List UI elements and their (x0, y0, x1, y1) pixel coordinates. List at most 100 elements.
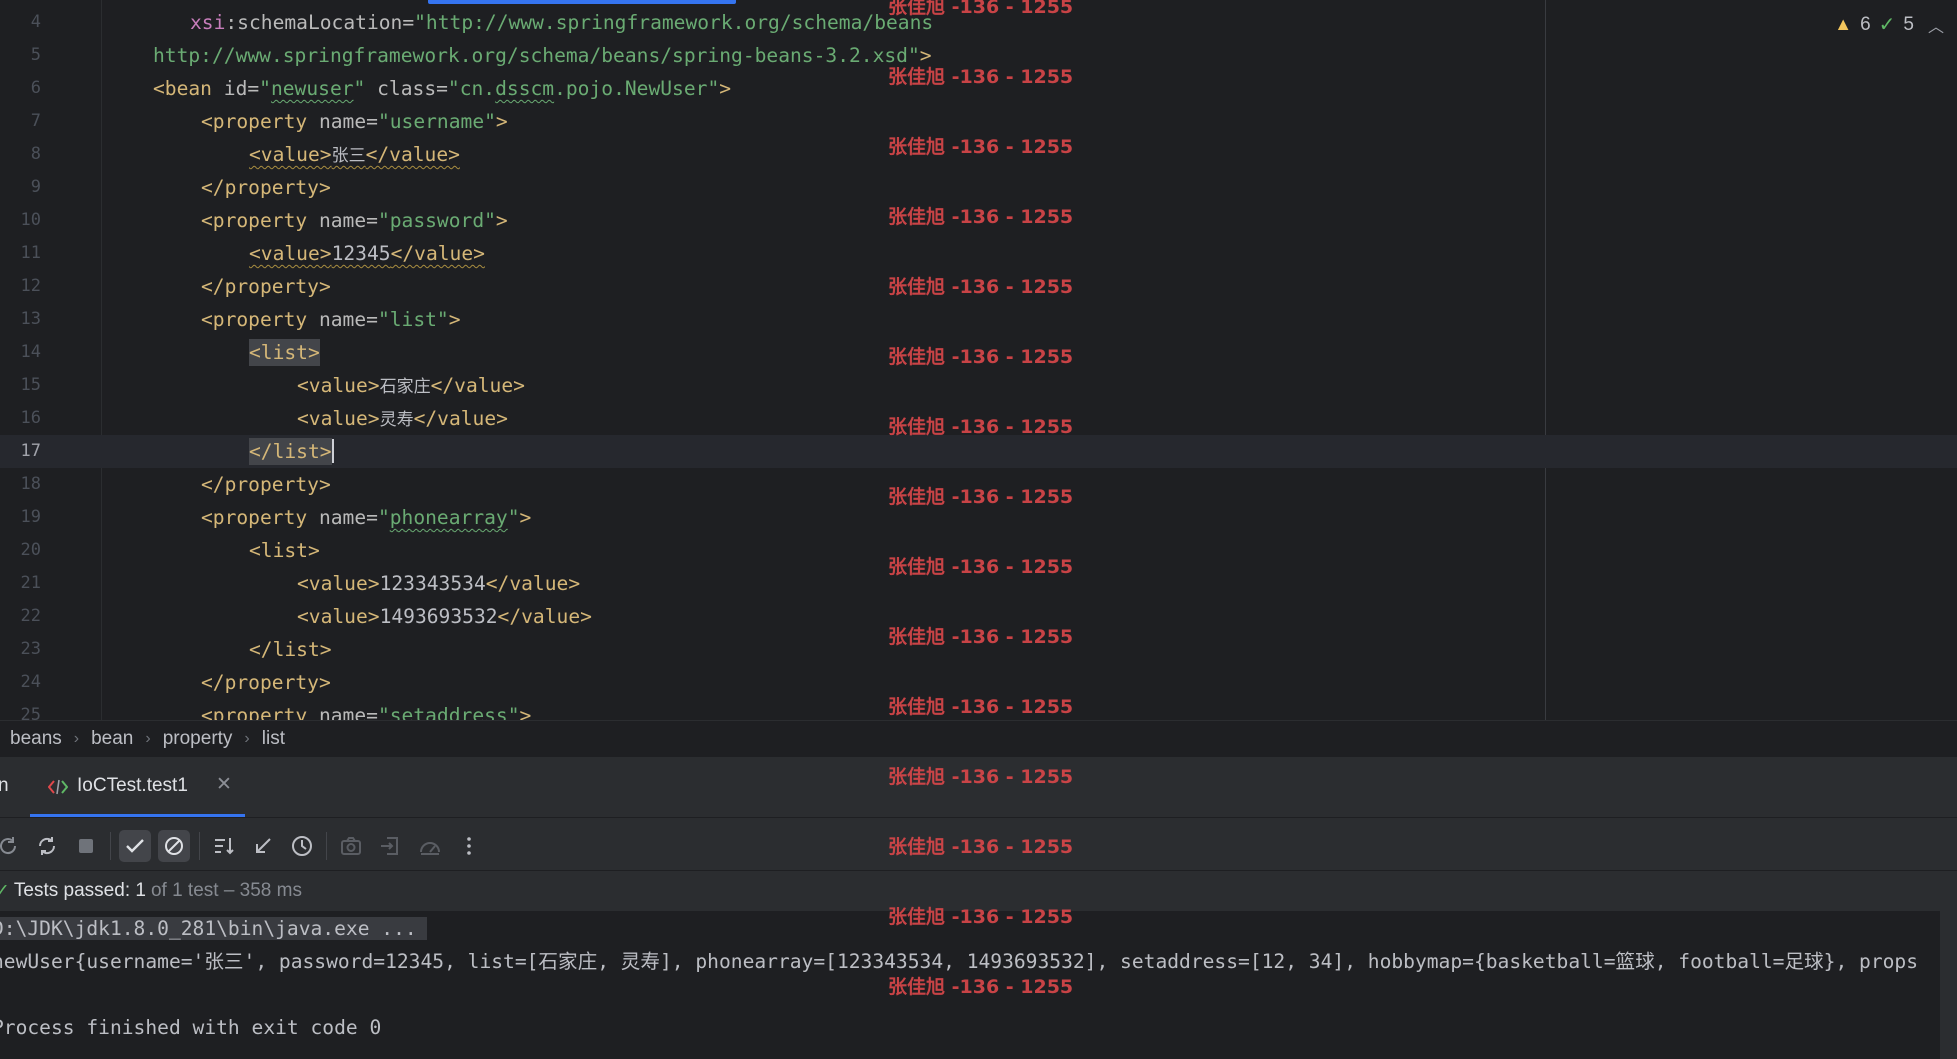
code-text[interactable]: <value>12345</value> (249, 237, 485, 270)
code-text[interactable]: </property> (201, 171, 331, 204)
test-status: ✓ Tests passed: 1 of 1 test – 358 ms (0, 871, 302, 911)
code-line[interactable]: 17 </list> (0, 435, 1957, 468)
check-icon: ✓ (0, 880, 10, 902)
watermark-text: 张佳旭 -136 - 1255 (888, 416, 1074, 438)
toolbar-separator (110, 832, 111, 860)
line-number: 15 (20, 375, 41, 395)
line-number: 23 (20, 639, 41, 659)
line-number: 10 (20, 210, 41, 230)
line-number: 14 (20, 342, 41, 362)
breadcrumb-item-list[interactable]: list (262, 728, 285, 750)
line-number: 18 (20, 474, 41, 494)
line-number: 9 (30, 177, 41, 197)
breadcrumb: beans › bean › property › list (0, 720, 1957, 756)
tab-ioctest-test1[interactable]: IoCTest.test1 ✕ (30, 757, 245, 817)
code-text[interactable]: xsi:schemaLocation="http://www.springfra… (190, 6, 933, 39)
code-text[interactable]: <bean id="newuser" class="cn.dsscm.pojo.… (153, 72, 731, 105)
code-text[interactable]: </list> (249, 435, 334, 468)
watermark-text: 张佳旭 -136 - 1255 (888, 136, 1074, 158)
code-text[interactable]: <value>灵寿</value> (297, 402, 508, 437)
code-text[interactable]: <value>123343534</value> (297, 567, 580, 600)
import-icon[interactable] (374, 830, 406, 862)
code-text[interactable]: </property> (201, 666, 331, 699)
code-text[interactable]: </property> (201, 270, 331, 303)
watermark-text: 张佳旭 -136 - 1255 (888, 346, 1074, 368)
show-ignored-toggle[interactable] (158, 830, 190, 862)
code-text[interactable]: <property name="phonearray"> (201, 501, 531, 534)
command-line[interactable]: D:\JDK\jdk1.8.0_281\bin\java.exe ... (0, 917, 427, 940)
code-text[interactable]: <value>张三</value> (249, 138, 460, 173)
close-icon[interactable]: ✕ (216, 773, 232, 796)
check-count: 5 (1903, 13, 1914, 35)
code-text[interactable]: </property> (201, 468, 331, 501)
more-options-icon[interactable] (453, 830, 485, 862)
tests-passed-text: Tests passed: 1 (13, 880, 146, 901)
checkmark-icon (126, 839, 144, 853)
code-line[interactable]: 11 <value>12345</value> (0, 237, 1957, 270)
breadcrumb-item-beans[interactable]: beans (10, 728, 62, 750)
code-text[interactable]: <property name="password"> (201, 204, 508, 237)
code-text[interactable]: </list> (249, 633, 332, 666)
warning-icon: ▲ (1834, 14, 1853, 34)
line-number: 16 (20, 408, 41, 428)
console-line: D:\JDK\jdk1.8.0_281\bin\java.exe ... (0, 913, 427, 945)
line-number: 21 (20, 573, 41, 593)
breadcrumb-item-bean[interactable]: bean (91, 728, 133, 750)
watermark-text: 张佳旭 -136 - 1255 (888, 696, 1074, 718)
code-line[interactable]: 9 </property> (0, 171, 1957, 204)
sort-icon[interactable] (208, 830, 240, 862)
line-number: 24 (20, 672, 41, 692)
code-text[interactable]: http://www.springframework.org/schema/be… (153, 39, 932, 72)
line-number: 22 (20, 606, 41, 626)
watermark-text: 张佳旭 -136 - 1255 (888, 276, 1074, 298)
code-text[interactable]: <property name="setaddress"> (201, 699, 531, 720)
toolbar-separator (326, 832, 327, 860)
line-number: 8 (30, 144, 41, 164)
breadcrumb-item-property[interactable]: property (163, 728, 233, 750)
line-number: 13 (20, 309, 41, 329)
code-text[interactable]: <value>1493693532</value> (297, 600, 592, 633)
rerun-icon[interactable] (0, 830, 24, 862)
line-number: 11 (20, 243, 41, 263)
line-number: 4 (30, 12, 41, 32)
stop-icon[interactable] (70, 830, 102, 862)
code-text[interactable]: <list> (249, 534, 320, 567)
code-text[interactable]: <property name="username"> (201, 105, 508, 138)
chevron-right-icon: › (145, 729, 151, 747)
chevron-up-icon[interactable]: ︿ (1928, 13, 1944, 37)
watermark-text: 张佳旭 -136 - 1255 (888, 206, 1074, 228)
watermark-text: 张佳旭 -136 - 1255 (888, 836, 1074, 858)
watermark-text: 张佳旭 -136 - 1255 (888, 976, 1074, 998)
watermark-text: 张佳旭 -136 - 1255 (888, 66, 1074, 88)
camera-icon[interactable] (335, 830, 367, 862)
line-number: 19 (20, 507, 41, 527)
watermark-text: 张佳旭 -136 - 1255 (888, 766, 1074, 788)
line-number: 25 (20, 705, 41, 720)
watermark-text: 张佳旭 -136 - 1255 (888, 486, 1074, 508)
test-config-icon (48, 779, 68, 795)
check-icon: ✓ (1878, 14, 1896, 36)
code-text[interactable]: <list> (249, 336, 320, 369)
watermark-text: 张佳旭 -136 - 1255 (888, 626, 1074, 648)
watermark-text: 张佳旭 -136 - 1255 (888, 0, 1074, 18)
coverage-icon[interactable] (414, 830, 446, 862)
console-scrollbar[interactable] (1940, 911, 1957, 1059)
watermark-text: 张佳旭 -136 - 1255 (888, 556, 1074, 578)
code-text[interactable]: <value>石家庄</value> (297, 369, 525, 404)
editor-tab-indicator (428, 0, 736, 4)
code-line[interactable]: 15 <value>石家庄</value> (0, 369, 1957, 402)
line-number: 7 (30, 111, 41, 131)
tool-window-title: n (0, 775, 9, 796)
inspections-widget[interactable]: ▲ 6 ✓ 5 ︿ (1834, 12, 1944, 37)
rerun-failed-icon[interactable] (31, 830, 63, 862)
toolbar-separator (199, 832, 200, 860)
code-line[interactable]: 13 <property name="list"> (0, 303, 1957, 336)
line-number: 5 (30, 45, 41, 65)
chevron-right-icon: › (73, 729, 80, 747)
code-text[interactable]: <property name="list"> (201, 303, 461, 336)
collapse-all-icon[interactable] (247, 830, 279, 862)
line-number: 12 (20, 276, 41, 296)
show-passed-toggle[interactable] (119, 830, 151, 862)
history-icon[interactable] (286, 830, 318, 862)
tests-summary-text: of 1 test – 358 ms (150, 880, 302, 901)
